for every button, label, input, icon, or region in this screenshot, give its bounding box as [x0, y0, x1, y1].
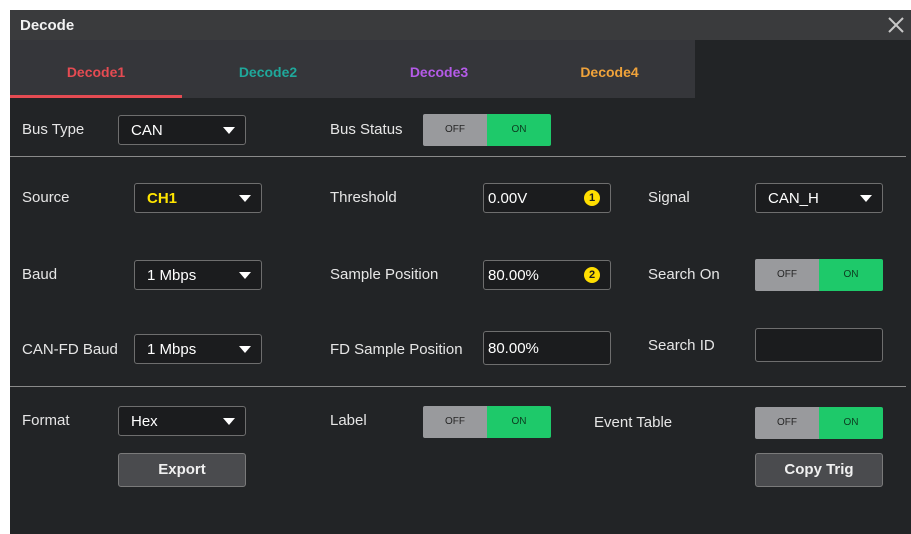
bus-status-off: OFF — [423, 114, 487, 146]
copy-trig-button-label: Copy Trig — [784, 461, 854, 478]
label-label: Label — [330, 412, 367, 429]
export-button[interactable]: Export — [118, 453, 246, 487]
format-label: Format — [22, 412, 70, 429]
canfd-baud-dropdown[interactable]: 1 Mbps — [134, 334, 262, 364]
label-off: OFF — [423, 406, 487, 438]
source-label: Source — [22, 189, 70, 206]
section-divider — [10, 156, 906, 157]
bus-status-on: ON — [487, 114, 551, 146]
section-divider — [10, 386, 906, 387]
chevron-down-icon — [239, 195, 251, 202]
threshold-label: Threshold — [330, 189, 397, 206]
search-on-toggle[interactable]: OFF ON — [755, 259, 883, 291]
chevron-down-icon — [223, 127, 235, 134]
sample-position-input[interactable]: 80.00% 2 — [483, 260, 611, 290]
label-toggle[interactable]: OFF ON — [423, 406, 551, 438]
chevron-down-icon — [239, 346, 251, 353]
search-id-input[interactable] — [755, 328, 883, 362]
number-two-icon: 2 — [584, 267, 600, 283]
baud-label: Baud — [22, 266, 58, 283]
tab-decode1-label: Decode1 — [66, 64, 126, 80]
copy-trig-button[interactable]: Copy Trig — [755, 453, 883, 487]
dialog-title: Decode — [20, 17, 75, 34]
title-bar: Decode — [10, 10, 911, 40]
chevron-down-icon — [223, 418, 235, 425]
chevron-down-icon — [239, 272, 251, 279]
chevron-down-icon — [860, 195, 872, 202]
sample-position-label: Sample Position — [330, 266, 439, 283]
search-id-label: Search ID — [648, 337, 715, 354]
active-tab-indicator — [10, 95, 182, 98]
search-on-label: Search On — [648, 266, 720, 283]
export-button-label: Export — [158, 461, 206, 478]
event-table-on: ON — [819, 407, 883, 439]
decode-dialog: Decode Decode1 Decode2 Decode3 Decode4 B… — [10, 10, 911, 534]
fd-sample-position-value: 80.00% — [488, 340, 539, 357]
bus-type-label: Bus Type — [22, 121, 85, 138]
event-table-label: Event Table — [594, 414, 673, 431]
fd-sample-position-input[interactable]: 80.00% — [483, 331, 611, 365]
tab-decode4[interactable]: Decode4 — [524, 40, 695, 98]
baud-value: 1 Mbps — [147, 267, 197, 284]
signal-value: CAN_H — [768, 190, 819, 207]
search-on-on: ON — [819, 259, 883, 291]
number-one-icon: 1 — [584, 190, 600, 206]
tab-decode4-label: Decode4 — [580, 64, 639, 80]
bus-type-dropdown[interactable]: CAN — [118, 115, 246, 145]
source-dropdown[interactable]: CH1 — [134, 183, 262, 213]
close-button[interactable] — [881, 10, 911, 40]
tab-decode1[interactable]: Decode1 — [10, 40, 182, 98]
canfd-baud-value: 1 Mbps — [147, 341, 197, 358]
source-value: CH1 — [147, 190, 178, 207]
baud-dropdown[interactable]: 1 Mbps — [134, 260, 262, 290]
event-table-toggle[interactable]: OFF ON — [755, 407, 883, 439]
signal-label: Signal — [648, 189, 690, 206]
canfd-baud-label: CAN-FD Baud — [22, 341, 118, 358]
tab-decode2-label: Decode2 — [238, 64, 298, 80]
event-table-off: OFF — [755, 407, 819, 439]
bus-status-toggle[interactable]: OFF ON — [423, 114, 551, 146]
signal-dropdown[interactable]: CAN_H — [755, 183, 883, 213]
fd-sample-position-label: FD Sample Position — [330, 341, 463, 358]
format-dropdown[interactable]: Hex — [118, 406, 246, 436]
threshold-input[interactable]: 0.00V 1 — [483, 183, 611, 213]
tab-decode3-label: Decode3 — [409, 64, 469, 80]
sample-position-value: 80.00% — [488, 267, 539, 284]
threshold-value: 0.00V — [488, 190, 528, 207]
tab-decode3[interactable]: Decode3 — [354, 40, 524, 98]
format-value: Hex — [131, 413, 158, 430]
label-on: ON — [487, 406, 551, 438]
bus-status-label: Bus Status — [330, 121, 403, 138]
close-icon — [888, 17, 904, 33]
tab-decode2[interactable]: Decode2 — [182, 40, 354, 98]
bus-type-value: CAN — [131, 122, 163, 139]
search-on-off: OFF — [755, 259, 819, 291]
decode-tab-bar: Decode1 Decode2 Decode3 Decode4 — [10, 40, 695, 98]
